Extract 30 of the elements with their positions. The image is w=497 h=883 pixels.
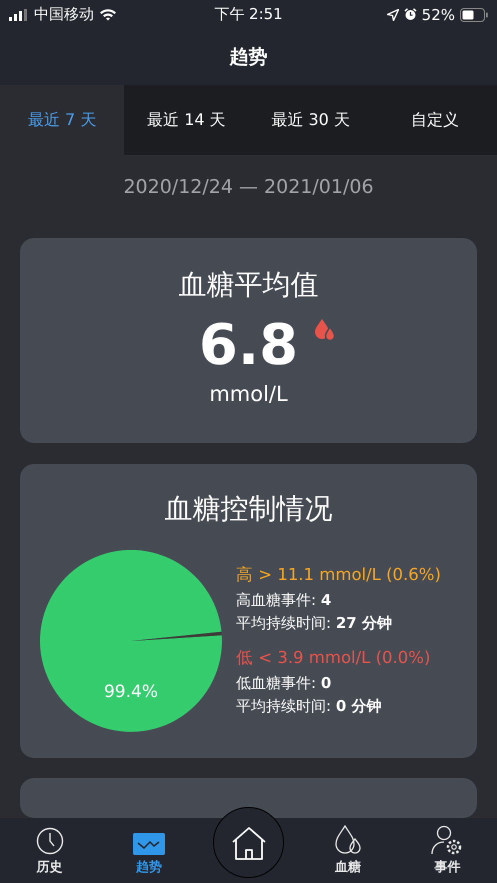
clock-icon — [36, 827, 64, 855]
stat-line: 平均持续时间: 0 分钟 — [236, 696, 382, 717]
drops-icon — [334, 825, 362, 855]
range-heading: 低 < 3.9 mmol/L (0.0%) — [236, 646, 432, 669]
pie-value-label: 99.4% — [104, 682, 158, 702]
nav-tab[interactable]: 历史 — [0, 818, 100, 876]
date-range: 2020/12/24 — 2021/01/06 — [122, 175, 375, 200]
card-title: 血糖控制情况 — [164, 490, 334, 527]
alarm-icon — [404, 8, 417, 21]
battery-percent: 52% — [422, 6, 455, 24]
page-title: 趋势 — [230, 45, 268, 70]
card-title: 血糖平均值 — [178, 266, 318, 303]
nav-tab[interactable]: 血糖 — [298, 818, 398, 876]
nav-tab[interactable]: 趋势 — [99, 818, 199, 876]
stat-line: 高血糖事件: 4 — [236, 590, 332, 611]
carrier: 中国移动 — [34, 5, 94, 24]
nav-tab[interactable]: 事件 — [398, 818, 497, 876]
wifi-icon — [99, 8, 117, 21]
signal-icon — [9, 8, 29, 20]
unit-label: mmol/L — [209, 382, 288, 406]
clock-time: 下午 2:51 — [214, 5, 283, 24]
trend-icon — [133, 833, 166, 855]
battery-icon — [460, 8, 488, 22]
home-icon — [230, 826, 267, 860]
stat-line: 低血糖事件: 0 — [236, 672, 332, 694]
range-tab[interactable]: 最近 7 天 — [0, 85, 124, 155]
range-heading: 高 > 11.1 mmol/L (0.6%) — [236, 564, 441, 586]
location-icon — [386, 8, 399, 20]
average-value: 6.8 — [198, 312, 298, 378]
stat-line: 平均持续时间: 27 分钟 — [236, 612, 393, 634]
